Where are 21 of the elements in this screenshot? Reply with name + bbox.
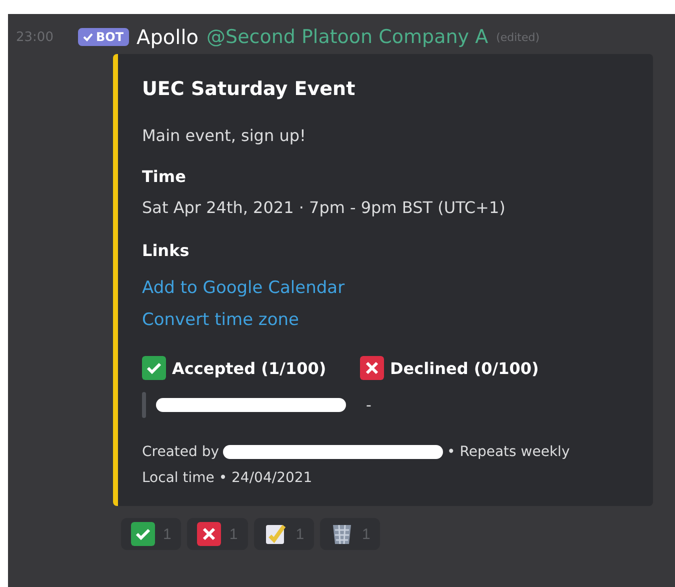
field-value: Sat Apr 24th, 2021 · 7pm - 9pm BST (UTC+1) bbox=[142, 198, 506, 217]
footer-text: Local time • 24/04/2021 bbox=[142, 470, 314, 486]
check-icon bbox=[131, 522, 155, 546]
link[interactable]: Add to Google Calendar bbox=[142, 272, 345, 304]
bot-badge: BOT bbox=[78, 28, 129, 46]
response-heading: Accepted (1/100) bbox=[172, 358, 326, 378]
link[interactable]: Convert time zone bbox=[142, 304, 299, 336]
response-heading: Declined (0/100) bbox=[390, 358, 539, 378]
notepad-icon bbox=[264, 522, 288, 546]
footer-text: Created by bbox=[142, 444, 220, 460]
role-mention[interactable]: @Second Platoon Company A bbox=[206, 26, 488, 48]
footer-text: • Repeats weekly bbox=[447, 444, 570, 460]
embed-description: Main event, sign up! bbox=[142, 126, 307, 145]
cross-icon bbox=[197, 522, 222, 546]
check-icon bbox=[142, 356, 166, 380]
author-name[interactable]: Apollo bbox=[136, 25, 199, 49]
embed-title: UEC Saturday Event bbox=[142, 78, 356, 100]
empty-list-mark: - bbox=[365, 396, 372, 414]
field-name: Links bbox=[142, 241, 190, 260]
cross-icon bbox=[360, 356, 384, 380]
field-name: Time bbox=[142, 167, 187, 186]
